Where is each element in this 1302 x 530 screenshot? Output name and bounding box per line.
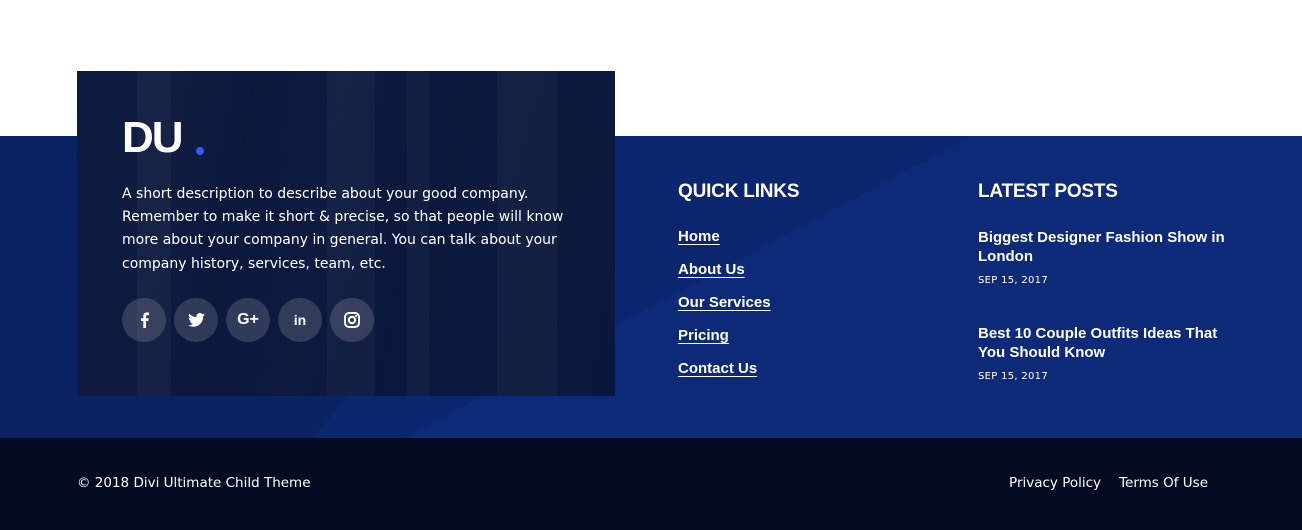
list-item: Pricing	[678, 325, 771, 358]
facebook-icon	[140, 312, 149, 328]
logo-dot	[196, 147, 204, 155]
linkedin-icon: in	[293, 312, 307, 328]
about-card: DU A short description to describe about…	[77, 71, 615, 396]
about-us-link[interactable]: About Us	[678, 261, 745, 278]
twitter-button[interactable]	[174, 298, 218, 342]
post-date: SEP 15, 2017	[978, 371, 1049, 382]
list-item: Home	[678, 226, 771, 259]
quick-links-title: QUICK LINKS	[678, 181, 800, 202]
post-date: SEP 15, 2017	[978, 275, 1049, 286]
list-item: About Us	[678, 259, 771, 292]
google-plus-button[interactable]: G+	[226, 298, 270, 342]
contact-us-link[interactable]: Contact Us	[678, 360, 757, 377]
quick-links-list: Home About Us Our Services Pricing Conta…	[678, 226, 771, 391]
our-services-link[interactable]: Our Services	[678, 294, 771, 311]
post-title-link[interactable]: Best 10 Couple Outfits Ideas That You Sh…	[978, 325, 1217, 361]
instagram-button[interactable]	[330, 298, 374, 342]
legal-links: Privacy Policy Terms Of Use	[1009, 475, 1208, 491]
pricing-link[interactable]: Pricing	[678, 327, 729, 344]
company-description: A short description to describe about yo…	[122, 186, 564, 272]
latest-post: Best 10 Couple Outfits Ideas That You Sh…	[978, 324, 1238, 382]
list-item: Our Services	[678, 292, 771, 325]
home-link[interactable]: Home	[678, 228, 720, 245]
google-plus-icon: G+	[237, 311, 259, 328]
linkedin-button[interactable]: in	[278, 298, 322, 342]
privacy-policy-link[interactable]: Privacy Policy	[1009, 475, 1101, 491]
twitter-icon	[187, 313, 205, 327]
instagram-icon	[344, 312, 360, 328]
list-item: Contact Us	[678, 358, 771, 391]
copyright-text: © 2018 Divi Ultimate Child Theme	[77, 475, 311, 491]
social-links: G+ in	[122, 298, 374, 342]
latest-posts-title: LATEST POSTS	[978, 181, 1118, 202]
latest-post: Biggest Designer Fashion Show in London …	[978, 228, 1238, 286]
terms-of-use-link[interactable]: Terms Of Use	[1119, 475, 1208, 491]
site-logo[interactable]: DU	[122, 113, 184, 163]
facebook-button[interactable]	[122, 298, 166, 342]
post-title-link[interactable]: Biggest Designer Fashion Show in London	[978, 229, 1225, 265]
